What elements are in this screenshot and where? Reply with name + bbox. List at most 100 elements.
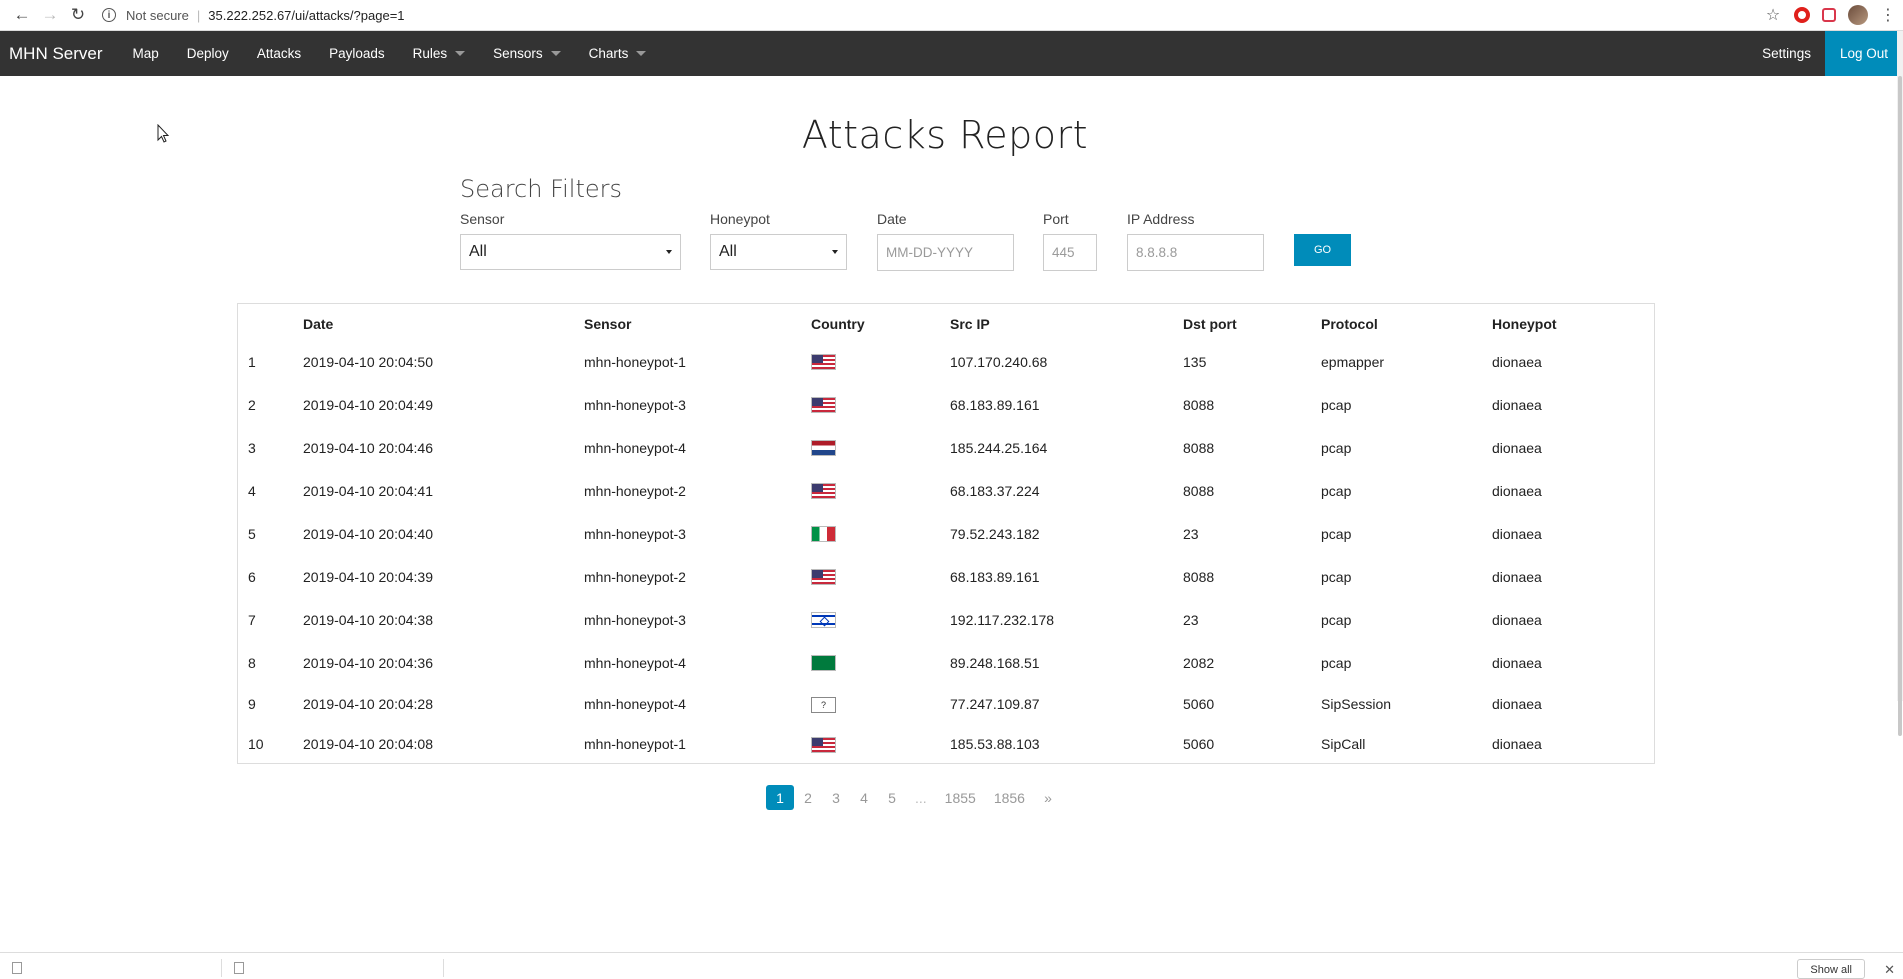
logout-button[interactable]: Log Out: [1824, 31, 1903, 76]
nav-payloads[interactable]: Payloads: [315, 31, 399, 76]
row-dst-port: 5060: [1183, 696, 1215, 712]
sensor-label: Sensor: [460, 211, 505, 227]
browser-menu-icon[interactable]: ⋮: [1880, 5, 1896, 25]
row-protocol: SipSession: [1321, 696, 1392, 712]
download-item[interactable]: [222, 959, 444, 977]
bookmark-star-icon[interactable]: ☆: [1764, 6, 1782, 24]
page-link[interactable]: 3: [822, 785, 850, 810]
row-date: 2019-04-10 20:04:36: [303, 654, 433, 671]
page-link[interactable]: 1856: [985, 785, 1034, 810]
page-link[interactable]: 1: [766, 785, 794, 810]
profile-avatar[interactable]: [1848, 5, 1868, 25]
honeypot-filter: Honeypot All: [710, 211, 847, 270]
address-separator: |: [196, 7, 201, 23]
row-dst-port: 5060: [1183, 736, 1215, 752]
back-icon[interactable]: ←: [8, 3, 36, 27]
nav-sensors[interactable]: Sensors: [479, 31, 575, 76]
forward-icon[interactable]: →: [36, 3, 64, 27]
row-date: 2019-04-10 20:04:08: [303, 736, 433, 752]
row-sensor: mhn-honeypot-1: [584, 353, 686, 370]
row-protocol: pcap: [1321, 525, 1352, 542]
col-honeypot-header: Honeypot: [1492, 316, 1557, 332]
flag-us-icon: [811, 483, 836, 500]
info-icon[interactable]: i: [102, 8, 116, 22]
nav-charts[interactable]: Charts: [575, 31, 661, 76]
ip-filter: IP Address: [1127, 211, 1264, 271]
browser-toolbar: ← → ↻ i Not secure | 35.222.252.67/ui/at…: [0, 0, 1903, 31]
attacks-table: Date Sensor Country Src IP Dst port Prot…: [237, 303, 1655, 764]
row-index: 4: [248, 482, 256, 499]
file-icon: [234, 962, 244, 974]
page-link[interactable]: 2: [794, 785, 822, 810]
table-row: 7 2019-04-10 20:04:38 mhn-honeypot-3 192.11…: [238, 598, 1654, 641]
nav-map[interactable]: Map: [119, 31, 173, 76]
close-icon[interactable]: ✕: [1884, 962, 1895, 978]
port-label: Port: [1043, 211, 1069, 227]
sensor-select[interactable]: All: [460, 234, 681, 270]
nav-settings[interactable]: Settings: [1748, 31, 1825, 76]
row-src-ip: 79.52.243.182: [950, 525, 1040, 542]
row-dst-port: 23: [1183, 525, 1199, 542]
row-country: ?: [811, 684, 950, 724]
honeypot-select[interactable]: All: [710, 234, 847, 270]
row-honeypot: dionaea: [1492, 736, 1542, 752]
col-dstport-header: Dst port: [1183, 316, 1237, 332]
opera-extension-icon[interactable]: [1794, 7, 1810, 23]
go-button[interactable]: GO: [1294, 234, 1351, 266]
pocket-extension-icon[interactable]: [1822, 8, 1836, 22]
table-row: 8 2019-04-10 20:04:36 mhn-honeypot-4 89.248…: [238, 641, 1654, 684]
brand-link[interactable]: MHN Server: [0, 44, 119, 64]
nav-rules[interactable]: Rules: [399, 31, 480, 76]
table-row: 9 2019-04-10 20:04:28 mhn-honeypot-4? 77.24…: [238, 684, 1654, 724]
date-filter: Date: [877, 211, 1014, 271]
download-shelf: Show all ✕: [0, 952, 1903, 979]
ip-input[interactable]: [1127, 234, 1264, 271]
date-input[interactable]: [877, 234, 1014, 271]
row-index: 9: [248, 696, 256, 712]
row-protocol: pcap: [1321, 439, 1352, 456]
nav-rules-label: Rules: [412, 46, 448, 61]
row-honeypot: dionaea: [1492, 525, 1542, 542]
table-row: 3 2019-04-10 20:04:46 mhn-honeypot-4 185.24…: [238, 426, 1654, 469]
file-icon: [12, 962, 22, 974]
flag-us-icon: [811, 397, 836, 414]
row-index: 2: [248, 396, 256, 413]
caret-down-icon: [636, 51, 647, 56]
address-bar[interactable]: i Not secure | 35.222.252.67/ui/attacks/…: [102, 8, 1764, 23]
select-caret-icon: [832, 250, 838, 254]
row-index: 7: [248, 611, 256, 628]
page-link[interactable]: 4: [850, 785, 878, 810]
flag-us-icon: [811, 354, 836, 371]
reload-icon[interactable]: ↻: [64, 3, 92, 27]
address-url[interactable]: 35.222.252.67/ui/attacks/?page=1: [208, 8, 404, 23]
port-input[interactable]: [1043, 234, 1097, 271]
col-srcip-header: Src IP: [950, 316, 990, 332]
show-all-downloads-button[interactable]: Show all: [1797, 959, 1865, 979]
row-src-ip: 185.53.88.103: [950, 736, 1040, 752]
row-honeypot: dionaea: [1492, 654, 1542, 671]
col-country-header: Country: [811, 316, 865, 332]
nav-attacks[interactable]: Attacks: [243, 31, 315, 76]
row-index: 6: [248, 568, 256, 585]
row-country: [811, 383, 950, 426]
nav-deploy[interactable]: Deploy: [173, 31, 243, 76]
page-link[interactable]: 1855: [936, 785, 985, 810]
sensor-filter: Sensor All: [460, 211, 681, 270]
download-item[interactable]: [0, 959, 222, 977]
row-country: [811, 598, 950, 641]
row-protocol: pcap: [1321, 482, 1352, 499]
scrollbar-thumb[interactable]: [1898, 76, 1902, 736]
page-link[interactable]: 5: [878, 785, 906, 810]
row-sensor: mhn-honeypot-3: [584, 396, 686, 413]
col-date-header: Date: [303, 316, 334, 332]
page-title: Attacks Report: [801, 113, 1089, 157]
page-scrollbar[interactable]: [1897, 31, 1903, 736]
honeypot-label: Honeypot: [710, 211, 770, 227]
row-src-ip: 89.248.168.51: [950, 654, 1040, 671]
row-protocol: SipCall: [1321, 736, 1366, 752]
row-dst-port: 23: [1183, 611, 1199, 628]
select-caret-icon: [666, 250, 672, 254]
col-index-header: [238, 304, 303, 340]
row-sensor: mhn-honeypot-4: [584, 696, 686, 712]
next-page-link[interactable]: »: [1034, 785, 1062, 810]
